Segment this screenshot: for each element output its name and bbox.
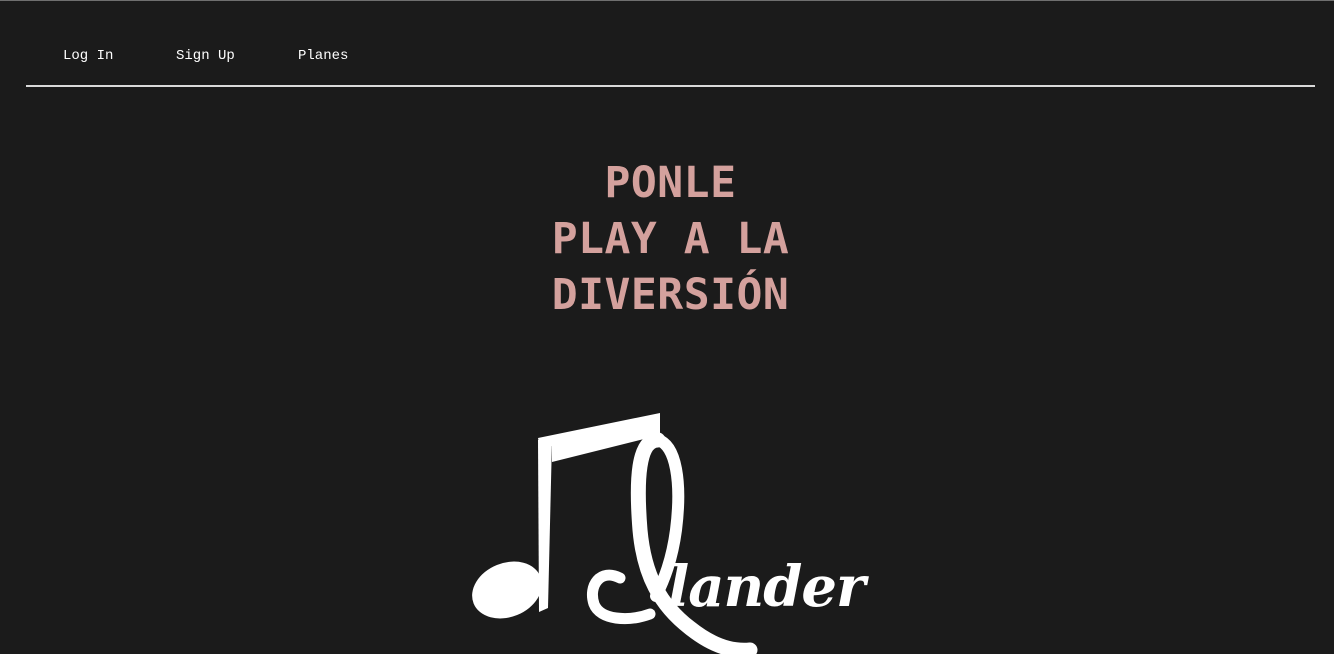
music-note-icon: [472, 413, 660, 619]
hero-title-line-3: DIVERSIÓN: [551, 270, 790, 320]
nav-plans-link[interactable]: Planes: [298, 47, 348, 65]
hero-title: PONLE PLAY A LA DIVERSIÓN: [0, 155, 1334, 323]
lander-logo: lander: [472, 413, 870, 654]
nav-divider: [26, 85, 1315, 87]
nav-signup-link[interactable]: Sign Up: [176, 47, 235, 65]
logo-wordmark-text: lander: [668, 554, 869, 620]
hero-title-line-2: PLAY A LA: [551, 214, 790, 264]
nav-login-link[interactable]: Log In: [63, 47, 113, 65]
lander-wordmark: lander: [587, 432, 870, 654]
hero-title-line-1: PONLE: [604, 158, 737, 208]
top-nav: Log In Sign Up Planes: [0, 0, 1334, 88]
